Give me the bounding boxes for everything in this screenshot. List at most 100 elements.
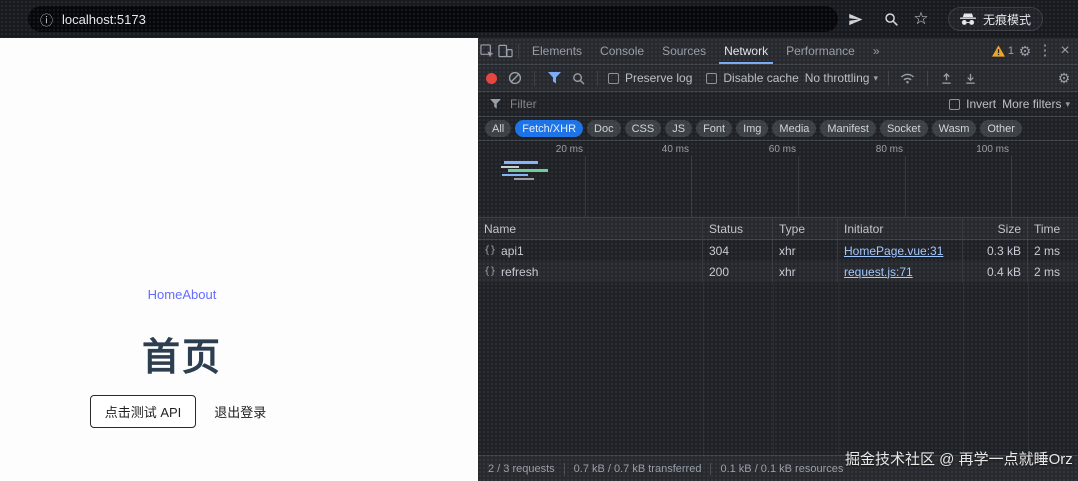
chevron-down-icon: ▾ [873,73,878,84]
issues-counter[interactable]: 1 [992,45,1014,57]
address-url: localhost:5173 [62,12,146,27]
request-type-chips: All Fetch/XHR Doc CSS JS Font Img Media … [478,117,1078,141]
request-name: api1 [501,244,524,258]
request-type-cell: xhr [773,240,838,261]
settings-gear-icon[interactable]: ⚙ [1016,42,1034,60]
divider [518,44,519,59]
more-filters-label: More filters [1002,97,1061,111]
app-page: HomeAbout 首页 点击测试 API 退出登录 [0,38,478,481]
incognito-label: 无痕模式 [983,11,1031,28]
tab-network[interactable]: Network [715,38,777,64]
disable-cache-checkbox[interactable] [706,73,717,84]
network-toolbar: Preserve log Disable cache No throttling… [478,65,1078,92]
preserve-log-label[interactable]: Preserve log [625,71,692,85]
request-row-api1[interactable]: {} api1 304 xhr HomePage.vue:31 0.3 kB 2… [478,240,1078,261]
record-network-log-button[interactable] [486,73,497,84]
invert-label[interactable]: Invert [966,97,996,111]
disable-cache-label[interactable]: Disable cache [723,71,798,85]
inspect-element-icon[interactable] [478,42,496,60]
filter-chip-wasm[interactable]: Wasm [932,120,977,137]
divider [927,71,928,86]
logout-button[interactable]: 退出登录 [206,396,274,427]
filter-chip-socket[interactable]: Socket [880,120,928,137]
export-har-icon[interactable] [962,69,980,87]
request-name-cell: {} api1 [478,240,703,261]
network-settings-gear-icon[interactable]: ⚙ [1055,69,1073,87]
warning-icon [992,45,1005,57]
gridline [585,156,586,217]
tab-console[interactable]: Console [591,38,653,64]
divider [888,71,889,86]
initiator-link[interactable]: request.js:71 [844,265,913,279]
preserve-log-checkbox[interactable] [608,73,619,84]
request-size-cell: 0.3 kB [963,240,1028,261]
filter-chip-css[interactable]: CSS [625,120,662,137]
request-row-refresh[interactable]: {} refresh 200 xhr request.js:71 0.4 kB … [478,261,1078,282]
address-bar[interactable]: ⓘ localhost:5173 [28,6,838,32]
more-options-icon[interactable]: ⋮ [1036,42,1054,60]
device-toolbar-icon[interactable] [496,42,514,60]
test-api-button[interactable]: 点击测试 API [90,395,197,428]
more-filters-button[interactable]: More filters ▾ [1002,97,1070,111]
filter-chip-font[interactable]: Font [696,120,732,137]
throttling-select[interactable]: No throttling ▾ [805,71,878,85]
import-har-icon[interactable] [938,69,956,87]
tick-label: 20 ms [537,144,583,155]
filter-chip-all[interactable]: All [485,120,511,137]
network-conditions-icon[interactable] [899,69,917,87]
request-name-cell: {} refresh [478,261,703,282]
filter-funnel-small-icon [486,95,504,113]
initiator-link[interactable]: HomePage.vue:31 [844,244,943,258]
devtools-tabs: Elements Console Sources Network Perform… [523,38,889,64]
nav-link-about[interactable]: About [182,287,216,302]
request-status-cell: 200 [703,261,773,282]
filter-chip-fetch-xhr[interactable]: Fetch/XHR [515,120,583,137]
more-tabs-icon[interactable]: » [864,38,889,64]
divider [597,71,598,86]
tab-performance[interactable]: Performance [777,38,864,64]
site-info-icon[interactable]: ⓘ [40,10,53,29]
incognito-icon [960,13,976,26]
devtools-panel: Elements Console Sources Network Perform… [478,38,1078,481]
search-network-icon[interactable] [569,69,587,87]
network-overview-timeline[interactable]: 20 ms 40 ms 60 ms 80 ms 100 ms [478,141,1078,218]
request-time-cell: 2 ms [1028,240,1078,261]
filter-chip-media[interactable]: Media [772,120,816,137]
search-zoom-icon[interactable] [882,10,900,28]
tab-sources[interactable]: Sources [653,38,715,64]
filter-chip-other[interactable]: Other [980,120,1022,137]
gridline [905,156,906,217]
column-header-size[interactable]: Size [963,218,1028,239]
filter-chip-manifest[interactable]: Manifest [820,120,876,137]
invert-checkbox[interactable] [949,99,960,110]
column-header-time[interactable]: Time [1028,218,1078,239]
incognito-badge[interactable]: 无痕模式 [948,7,1043,31]
column-header-name[interactable]: Name [478,218,703,239]
divider [564,463,565,475]
filter-chip-img[interactable]: Img [736,120,768,137]
chevron-down-icon: ▾ [1065,99,1070,110]
close-devtools-icon[interactable]: × [1056,42,1074,60]
column-header-initiator[interactable]: Initiator [838,218,963,239]
filter-chip-doc[interactable]: Doc [587,120,621,137]
page-title: 首页 [0,326,364,381]
clear-network-log-icon[interactable] [506,69,524,87]
send-page-icon[interactable] [846,10,864,28]
request-initiator-cell: request.js:71 [838,261,963,282]
filter-chip-js[interactable]: JS [665,120,692,137]
screen: ⓘ localhost:5173 ☆ 无痕模式 HomeAbout 首页 [0,0,1078,481]
warning-count: 1 [1008,45,1014,57]
paper-plane-icon [848,12,863,27]
page-buttons: 点击测试 API 退出登录 [0,395,364,428]
nav-link-home[interactable]: Home [148,287,183,302]
filter-funnel-icon[interactable] [545,69,563,87]
gridline [798,156,799,217]
column-header-status[interactable]: Status [703,218,773,239]
requests-summary: 2 / 3 requests [488,463,555,475]
tab-elements[interactable]: Elements [523,38,591,64]
more-vert-glyph: ⋮ [1038,44,1053,58]
column-header-type[interactable]: Type [773,218,838,239]
bookmark-star-icon[interactable]: ☆ [912,10,930,28]
close-glyph: × [1060,44,1069,58]
filter-input[interactable] [510,97,943,111]
